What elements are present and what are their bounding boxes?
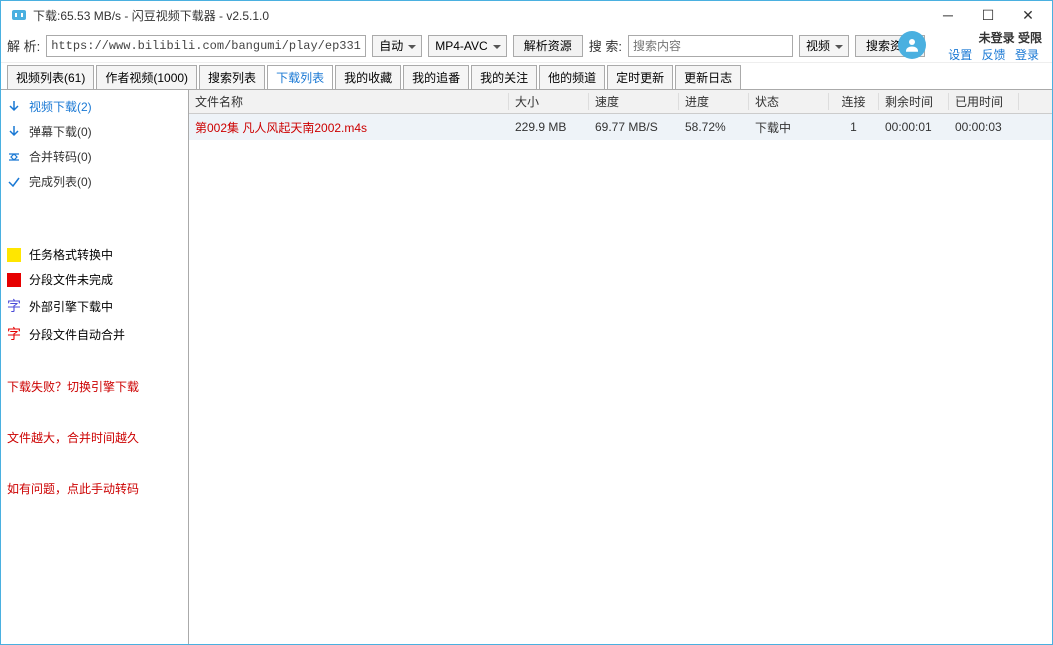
col-name[interactable]: 文件名称 bbox=[189, 93, 509, 110]
window-title: 下载:65.53 MB/s - 闪豆视频下载器 - v2.5.1.0 bbox=[33, 7, 928, 24]
maximize-button[interactable]: ☐ bbox=[968, 1, 1008, 29]
legend-swatch-yellow bbox=[7, 248, 21, 262]
tab-my-follow[interactable]: 我的追番 bbox=[403, 65, 469, 89]
col-status[interactable]: 状态 bbox=[749, 93, 829, 110]
cell-remain: 00:00:01 bbox=[879, 120, 949, 134]
legend-incomplete: 分段文件未完成 bbox=[7, 271, 182, 288]
legend-label: 分段文件未完成 bbox=[29, 271, 113, 288]
parse-button[interactable]: 解析资源 bbox=[513, 35, 583, 57]
sidebar-item-done[interactable]: 完成列表(0) bbox=[7, 173, 182, 190]
search-type-select[interactable]: 视频 bbox=[799, 35, 849, 57]
url-input[interactable] bbox=[46, 35, 366, 57]
check-icon bbox=[7, 175, 21, 189]
cell-name: 第002集 凡人风起天南2002.m4s bbox=[189, 119, 509, 136]
legend-char-blue: 字 bbox=[7, 296, 21, 316]
parse-label: 解 析: bbox=[7, 36, 40, 55]
col-size[interactable]: 大小 bbox=[509, 93, 589, 110]
tab-my-fav[interactable]: 我的收藏 bbox=[335, 65, 401, 89]
download-icon bbox=[7, 125, 21, 139]
tabbar: 视频列表(61) 作者视频(1000) 搜索列表 下载列表 我的收藏 我的追番 … bbox=[1, 63, 1052, 89]
user-area: 未登录 受限 设置 反馈 登录 bbox=[945, 29, 1046, 63]
sidebar-item-label: 弹幕下载(0) bbox=[29, 123, 92, 140]
tab-author-video[interactable]: 作者视频(1000) bbox=[96, 65, 197, 89]
hint-large: 文件越大，合并时间越久 bbox=[7, 429, 182, 446]
download-table: 文件名称 大小 速度 进度 状态 连接 剩余时间 已用时间 第002集 凡人风起… bbox=[189, 90, 1052, 644]
feedback-link[interactable]: 反馈 bbox=[982, 48, 1006, 62]
settings-link[interactable]: 设置 bbox=[948, 48, 972, 62]
legend-label: 外部引擎下载中 bbox=[29, 298, 113, 315]
tab-changelog[interactable]: 更新日志 bbox=[675, 65, 741, 89]
app-icon bbox=[11, 7, 27, 23]
legend-swatch-red bbox=[7, 273, 21, 287]
merge-icon bbox=[7, 150, 21, 164]
cell-status: 下载中 bbox=[749, 119, 829, 136]
sidebar: 视频下载(2) 弹幕下载(0) 合并转码(0) 完成列表(0) 任务格式转换中 bbox=[1, 90, 189, 644]
format-auto-select[interactable]: 自动 bbox=[372, 35, 422, 57]
toolbar: 解 析: 自动 MP4-AVC 解析资源 搜 索: 视频 搜索资源 未登录 受限… bbox=[1, 29, 1052, 63]
close-button[interactable]: ✕ bbox=[1008, 1, 1048, 29]
avatar[interactable] bbox=[898, 31, 926, 59]
sidebar-item-merge[interactable]: 合并转码(0) bbox=[7, 148, 182, 165]
col-speed[interactable]: 速度 bbox=[589, 93, 679, 110]
cell-used: 00:00:03 bbox=[949, 120, 1019, 134]
col-progress[interactable]: 进度 bbox=[679, 93, 749, 110]
download-icon bbox=[7, 100, 21, 114]
tab-my-sub[interactable]: 我的关注 bbox=[471, 65, 537, 89]
content-area: 视频下载(2) 弹幕下载(0) 合并转码(0) 完成列表(0) 任务格式转换中 bbox=[1, 89, 1052, 644]
hint-fail[interactable]: 下载失败？切换引擎下载 bbox=[7, 378, 182, 395]
col-used[interactable]: 已用时间 bbox=[949, 93, 1019, 110]
sidebar-item-label: 完成列表(0) bbox=[29, 173, 92, 190]
sidebar-item-label: 视频下载(2) bbox=[29, 98, 92, 115]
minimize-button[interactable]: ─ bbox=[928, 1, 968, 29]
table-header: 文件名称 大小 速度 进度 状态 连接 剩余时间 已用时间 bbox=[189, 90, 1052, 114]
login-link[interactable]: 登录 bbox=[1015, 48, 1039, 62]
cell-size: 229.9 MB bbox=[509, 120, 589, 134]
table-row[interactable]: 第002集 凡人风起天南2002.m4s 229.9 MB 69.77 MB/S… bbox=[189, 114, 1052, 140]
cell-progress: 58.72% bbox=[679, 120, 749, 134]
tab-download-list[interactable]: 下载列表 bbox=[267, 65, 333, 89]
legend-automerge: 字 分段文件自动合并 bbox=[7, 324, 182, 344]
sidebar-item-danmu-dl[interactable]: 弹幕下载(0) bbox=[7, 123, 182, 140]
legend-label: 任务格式转换中 bbox=[29, 246, 113, 263]
tab-video-list[interactable]: 视频列表(61) bbox=[7, 65, 94, 89]
cell-conn: 1 bbox=[829, 120, 879, 134]
login-status: 未登录 受限 bbox=[979, 29, 1042, 46]
legend-label: 分段文件自动合并 bbox=[29, 326, 125, 343]
hint-manual[interactable]: 如有问题，点此手动转码 bbox=[7, 480, 182, 497]
app-window: 下载:65.53 MB/s - 闪豆视频下载器 - v2.5.1.0 ─ ☐ ✕… bbox=[0, 0, 1053, 645]
col-remain[interactable]: 剩余时间 bbox=[879, 93, 949, 110]
codec-select[interactable]: MP4-AVC bbox=[428, 35, 506, 57]
legend-external: 字 外部引擎下载中 bbox=[7, 296, 182, 316]
sidebar-item-label: 合并转码(0) bbox=[29, 148, 92, 165]
cell-speed: 69.77 MB/S bbox=[589, 120, 679, 134]
tab-his-channel[interactable]: 他的频道 bbox=[539, 65, 605, 89]
search-label: 搜 索: bbox=[589, 36, 622, 55]
tab-search-list[interactable]: 搜索列表 bbox=[199, 65, 265, 89]
col-conn[interactable]: 连接 bbox=[829, 93, 879, 110]
sidebar-item-video-dl[interactable]: 视频下载(2) bbox=[7, 98, 182, 115]
legend-char-red: 字 bbox=[7, 324, 21, 344]
titlebar: 下载:65.53 MB/s - 闪豆视频下载器 - v2.5.1.0 ─ ☐ ✕ bbox=[1, 1, 1052, 29]
legend-converting: 任务格式转换中 bbox=[7, 246, 182, 263]
tab-timed-update[interactable]: 定时更新 bbox=[607, 65, 673, 89]
search-input[interactable] bbox=[628, 35, 793, 57]
